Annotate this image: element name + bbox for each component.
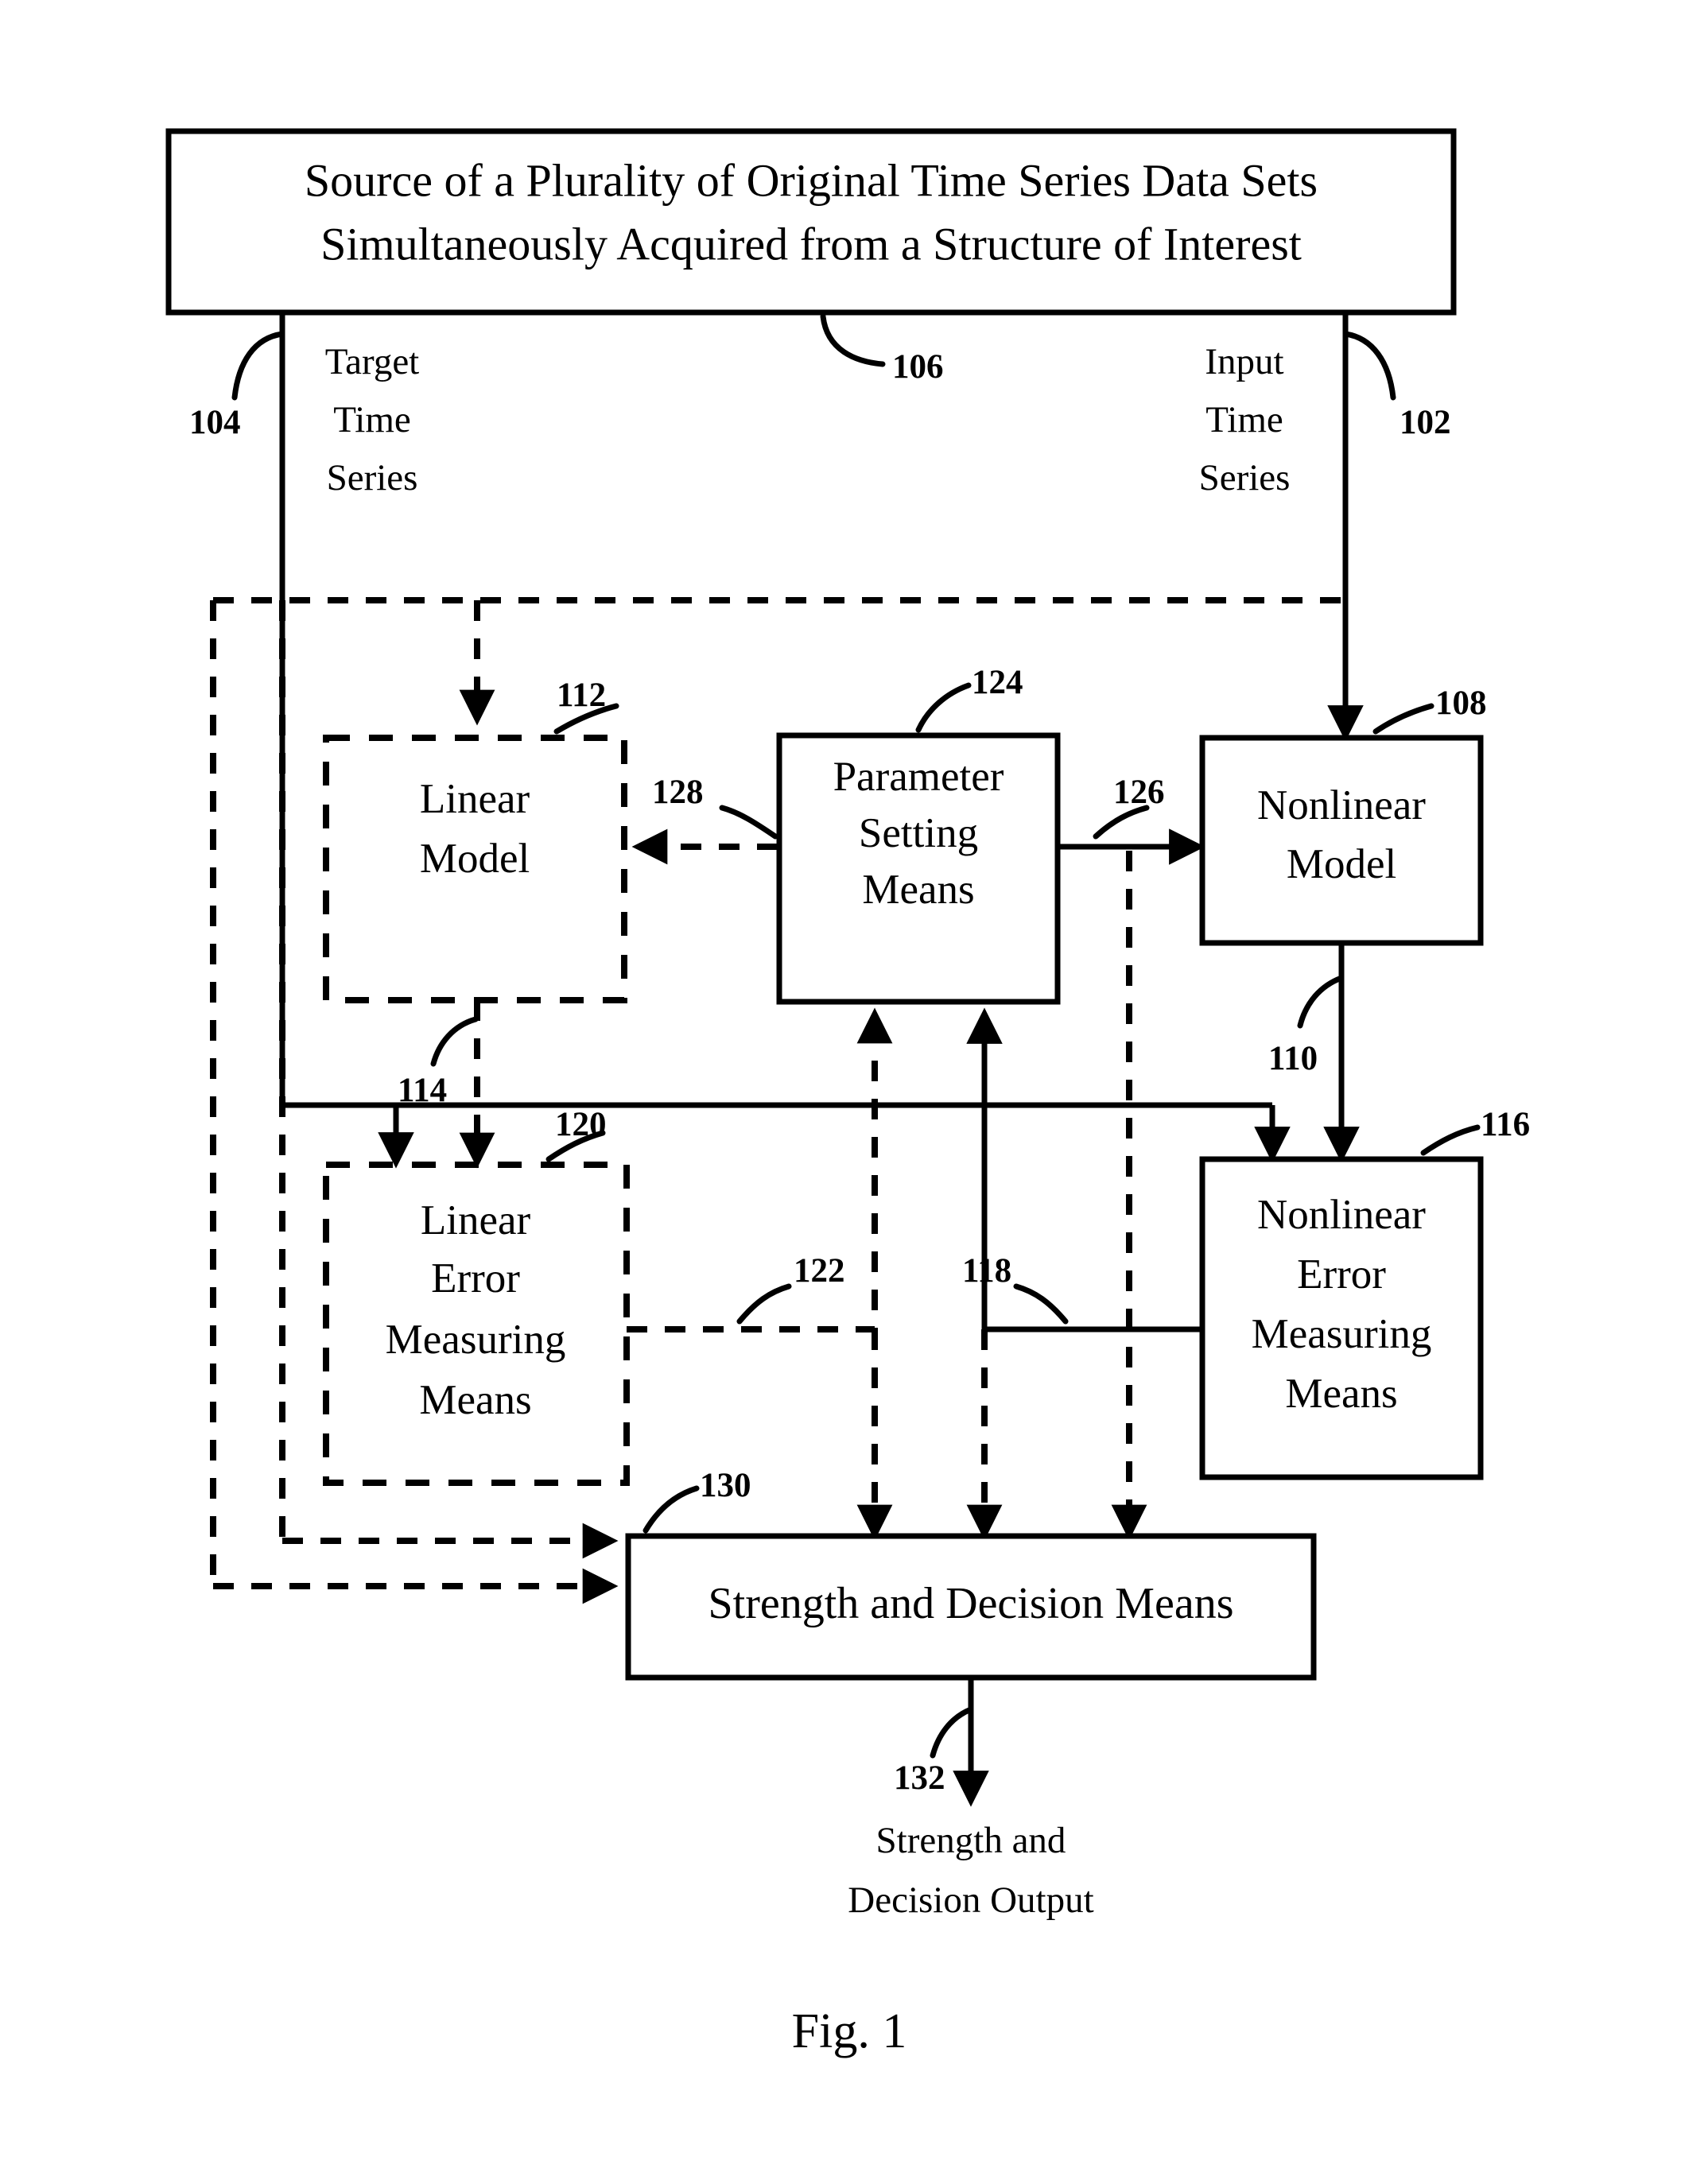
nonlinear-error-line2: Error bbox=[1297, 1251, 1386, 1298]
ref-116: 116 bbox=[1481, 1106, 1530, 1143]
leader-124 bbox=[915, 682, 972, 733]
target-time-series-line1: Target bbox=[325, 341, 420, 382]
ref-108: 108 bbox=[1435, 685, 1487, 722]
linear-error-line4: Means bbox=[419, 1377, 531, 1423]
leader-130 bbox=[643, 1485, 700, 1534]
source-box-line2: Simultaneously Acquired from a Structure… bbox=[320, 218, 1302, 270]
leader-122 bbox=[736, 1283, 792, 1325]
leader-118 bbox=[1013, 1283, 1069, 1325]
nonlinear-error-line1: Nonlinear bbox=[1257, 1192, 1426, 1238]
leader-114 bbox=[430, 1016, 479, 1067]
leader-110 bbox=[1297, 975, 1345, 1029]
linear-error-line1: Linear bbox=[421, 1197, 531, 1243]
leader-108 bbox=[1372, 703, 1434, 735]
leader-132 bbox=[930, 1706, 974, 1759]
strength-and-decision-means-label: Strength and Decision Means bbox=[709, 1579, 1234, 1628]
parameter-setting-means-line2: Setting bbox=[859, 810, 978, 856]
leader-116 bbox=[1420, 1124, 1481, 1156]
target-time-series-line3: Series bbox=[327, 457, 418, 498]
ref-112: 112 bbox=[557, 677, 606, 714]
input-time-series-line2: Time bbox=[1205, 399, 1283, 440]
source-box-line1: Source of a Plurality of Original Time S… bbox=[305, 154, 1318, 206]
ref-122: 122 bbox=[794, 1252, 845, 1290]
input-time-series-line1: Input bbox=[1205, 341, 1283, 382]
ref-130: 130 bbox=[700, 1467, 751, 1504]
diagram-canvas: Source of a Plurality of Original Time S… bbox=[165, 128, 1530, 2058]
ref-106: 106 bbox=[892, 348, 944, 386]
nonlinear-model-line1: Nonlinear bbox=[1257, 782, 1426, 828]
nonlinear-error-line3: Measuring bbox=[1252, 1311, 1432, 1357]
ref-110: 110 bbox=[1268, 1040, 1318, 1077]
nonlinear-error-line4: Means bbox=[1285, 1371, 1397, 1417]
nonlinear-error-output-118 bbox=[966, 1007, 1202, 1333]
nonlinear-model-line2: Model bbox=[1287, 841, 1396, 887]
leader-104 bbox=[231, 331, 285, 401]
ref-114: 114 bbox=[398, 1072, 447, 1109]
figure-caption: Fig. 1 bbox=[792, 2004, 907, 2058]
parameter-setting-means-line1: Parameter bbox=[833, 754, 1004, 800]
ref-124: 124 bbox=[972, 664, 1023, 701]
ref-120: 120 bbox=[555, 1106, 607, 1143]
linear-error-line3: Measuring bbox=[386, 1317, 566, 1363]
leader-128 bbox=[719, 805, 778, 840]
ref-102: 102 bbox=[1400, 404, 1451, 441]
ref-126: 126 bbox=[1113, 774, 1165, 811]
linear-error-line2: Error bbox=[431, 1255, 520, 1301]
linear-model-line2: Model bbox=[420, 836, 530, 882]
patent-figure: Source of a Plurality of Original Time S… bbox=[0, 0, 1681, 2184]
ref-128: 128 bbox=[652, 774, 704, 811]
ref-132: 132 bbox=[894, 1759, 945, 1797]
ref-104: 104 bbox=[189, 404, 241, 441]
linear-model-line1: Linear bbox=[420, 776, 530, 822]
ref-118: 118 bbox=[962, 1252, 1011, 1290]
leader-102 bbox=[1342, 331, 1396, 401]
input-time-series-line3: Series bbox=[1199, 457, 1291, 498]
target-time-series-line2: Time bbox=[333, 399, 411, 440]
output-label-line1: Strength and bbox=[876, 1820, 1066, 1861]
leader-106 bbox=[820, 313, 886, 367]
output-label-line2: Decision Output bbox=[848, 1879, 1093, 1921]
nonlinear-model-box bbox=[1199, 735, 1484, 946]
parameter-setting-means-line3: Means bbox=[862, 867, 974, 913]
leader-126 bbox=[1093, 805, 1150, 840]
